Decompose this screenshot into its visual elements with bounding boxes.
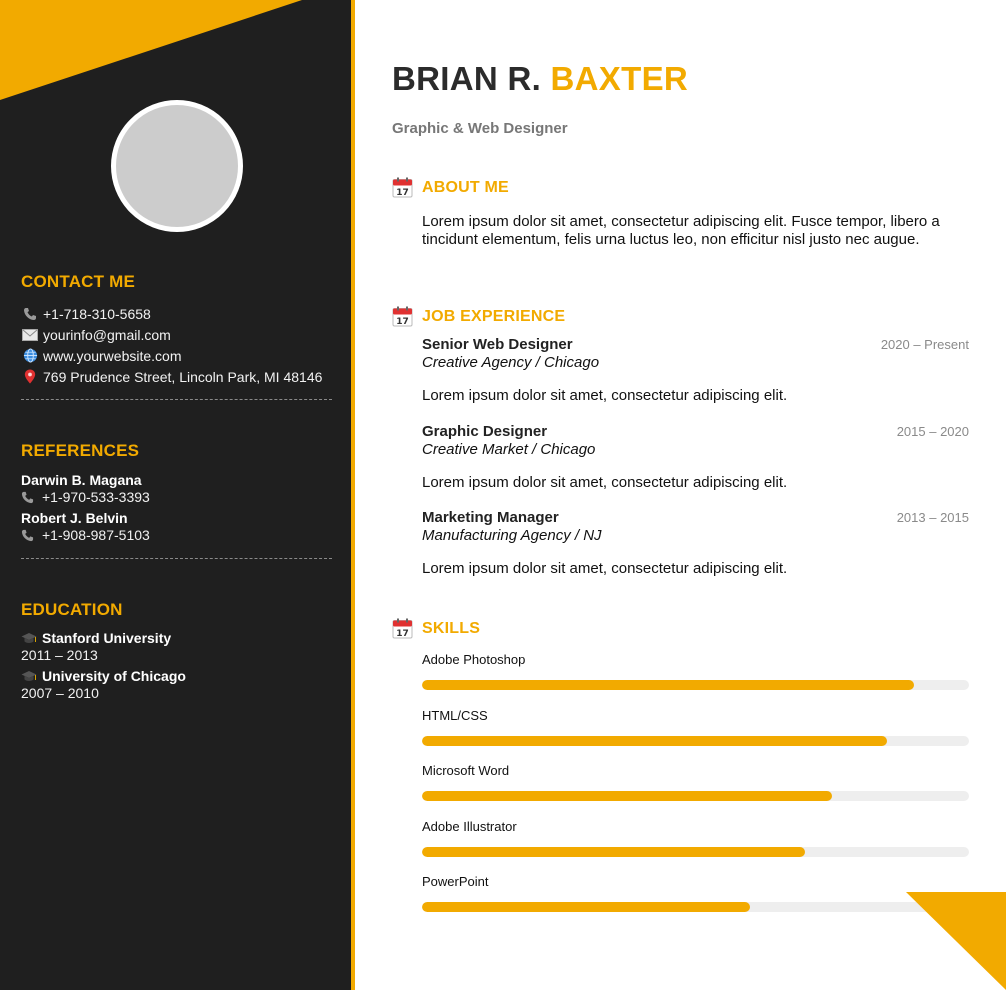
globe-icon [21,348,39,364]
graduation-cap-icon [21,632,39,646]
education-school-text: University of Chicago [42,668,186,684]
skill-bar-fill [422,680,915,690]
skill-name: Adobe Illustrator [422,819,517,834]
graduation-cap-icon [21,670,39,684]
calendar-icon: 17 [392,618,413,639]
phone-icon [21,529,39,543]
calendar-icon: 17 [392,306,413,327]
experience-heading: 17 JOB EXPERIENCE [392,306,565,327]
contact-phone: +1-718-310-5658 [21,303,332,324]
about-heading-label: ABOUT ME [422,178,509,196]
about-text: Lorem ipsum dolor sit amet, consectetur … [422,213,940,248]
contact-website-text: www.yourwebsite.com [43,347,182,364]
contact-address-text: 769 Prudence Street, Lincoln Park, MI 48… [43,368,323,385]
education-years: 2011 – 2013 [21,647,98,663]
references-section: REFERENCES Darwin B. Magana +1-970-533-3… [21,441,332,544]
contact-website: www.yourwebsite.com [21,345,332,366]
education-item: University of Chicago 2007 – 2010 [21,668,332,702]
skills-heading: 17 SKILLS [392,618,480,639]
contact-address: 769 Prudence Street, Lincoln Park, MI 48… [21,366,332,387]
job-entry: Senior Web Designer 2020 – Present Creat… [422,336,969,404]
skill-bar [422,736,969,746]
education-school: Stanford University [21,630,332,647]
contact-email-text: yourinfo@gmail.com [43,326,171,343]
skill-item: PowerPoint [422,874,969,912]
first-name: BRIAN R. [392,60,542,97]
last-name: BAXTER [550,60,689,97]
contact-email: yourinfo@gmail.com [21,324,332,345]
job-years: 2013 – 2015 [896,510,969,525]
job-title: Graphic Designer [422,423,548,440]
skill-bar-fill [422,791,833,801]
reference-item: Robert J. Belvin +1-908-987-5103 [21,510,332,544]
sidebar-divider [21,558,332,559]
main-content: BRIAN R. BAXTER Graphic & Web Designer 1… [392,0,972,990]
svg-text:17: 17 [396,188,409,198]
skill-item: Adobe Illustrator [422,819,969,857]
skill-name: Adobe Photoshop [422,652,526,667]
education-heading: EDUCATION [21,600,123,619]
reference-name: Darwin B. Magana [21,472,142,488]
phone-icon [21,491,39,505]
skills-heading-label: SKILLS [422,619,481,637]
job-place: Manufacturing Agency / NJ [422,527,602,544]
skill-bar [422,791,969,801]
svg-text:17: 17 [396,317,409,327]
education-item: Stanford University 2011 – 2013 [21,630,332,664]
job-title: Senior Web Designer [422,336,573,353]
reference-phone-text: +1-970-533-3393 [42,489,150,505]
sidebar-divider [21,399,332,400]
skill-item: HTML/CSS [422,708,969,746]
envelope-icon [21,327,39,343]
job-years: 2015 – 2020 [896,424,969,439]
svg-text:17: 17 [396,629,409,639]
map-pin-icon [21,369,39,385]
skill-bar [422,902,969,912]
reference-name: Robert J. Belvin [21,510,128,526]
page-corner-decoration [906,892,1006,990]
job-description: Lorem ipsum dolor sit amet, consectetur … [422,560,788,577]
education-section: EDUCATION Stanford University 2011 – 201… [21,600,332,702]
skill-item: Microsoft Word [422,763,969,801]
reference-phone-text: +1-908-987-5103 [42,527,150,543]
contact-heading: CONTACT ME [21,272,136,291]
skill-bar-fill [422,736,887,746]
calendar-icon: 17 [392,177,413,198]
skill-bar [422,680,969,690]
job-years: 2020 – Present [880,337,969,352]
job-entry: Graphic Designer 2015 – 2020 Creative Ma… [422,423,969,491]
contact-phone-text: +1-718-310-5658 [43,305,151,322]
reference-phone: +1-908-987-5103 [21,527,332,544]
skill-bar-fill [422,847,805,857]
about-heading: 17 ABOUT ME [392,177,509,198]
education-school: University of Chicago [21,668,332,685]
reference-phone: +1-970-533-3393 [21,489,332,506]
contact-section: CONTACT ME +1-718-310-5658 yourinfo@gmai… [21,272,332,387]
skill-name: HTML/CSS [422,708,488,723]
sidebar: CONTACT ME +1-718-310-5658 yourinfo@gmai… [0,0,355,990]
job-title: Marketing Manager [422,509,559,526]
education-school-text: Stanford University [42,630,172,646]
sidebar-corner-decoration [0,0,302,100]
skill-item: Adobe Photoshop [422,652,969,690]
job-title-subtitle: Graphic & Web Designer [392,120,568,137]
avatar [111,100,243,232]
skill-bar [422,847,969,857]
skill-name: Microsoft Word [422,763,510,778]
job-description: Lorem ipsum dolor sit amet, consectetur … [422,474,788,491]
job-place: Creative Agency / Chicago [422,354,600,371]
full-name: BRIAN R. BAXTER [392,60,688,98]
references-heading: REFERENCES [21,441,140,460]
job-place: Creative Market / Chicago [422,441,596,458]
reference-item: Darwin B. Magana +1-970-533-3393 [21,472,332,506]
skill-name: PowerPoint [422,874,489,889]
skill-bar-fill [422,902,751,912]
job-entry: Marketing Manager 2013 – 2015 Manufactur… [422,509,969,577]
phone-icon [21,306,39,322]
experience-heading-label: JOB EXPERIENCE [422,307,566,325]
job-description: Lorem ipsum dolor sit amet, consectetur … [422,387,788,404]
education-years: 2007 – 2010 [21,685,99,701]
contact-list: +1-718-310-5658 yourinfo@gmail.com www.y… [21,303,332,387]
